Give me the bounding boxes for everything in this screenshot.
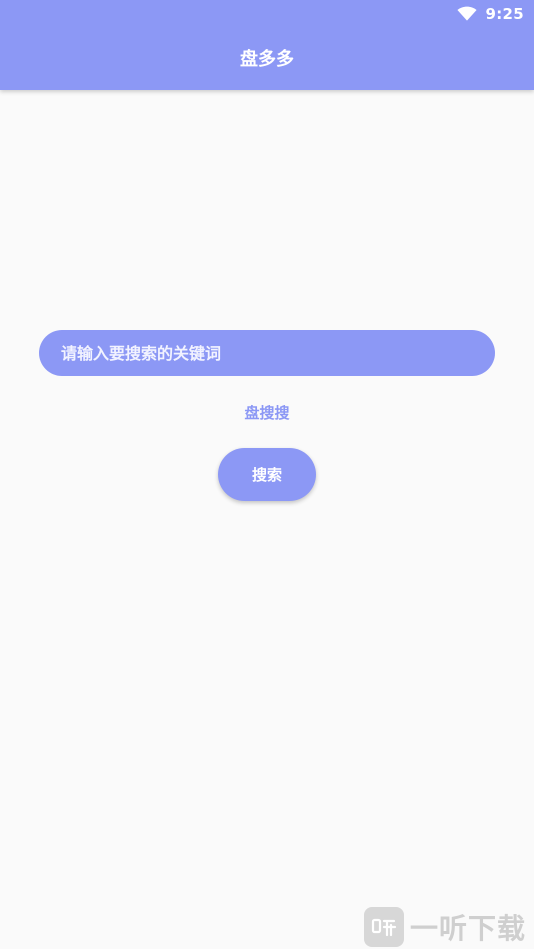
app-screen: 9:25 盘多多 盘搜搜 搜索 一听下载	[0, 0, 534, 949]
status-time: 9:25	[485, 5, 524, 23]
search-button[interactable]: 搜索	[218, 448, 316, 501]
search-input[interactable]	[39, 330, 495, 376]
status-bar: 9:25	[457, 4, 524, 24]
app-bar: 9:25 盘多多	[0, 0, 534, 90]
watermark-text: 一听下载	[409, 912, 526, 945]
watermark-logo-icon	[363, 907, 404, 947]
watermark: 一听下载	[363, 907, 526, 947]
wifi-icon	[457, 6, 478, 21]
app-title: 盘多多	[240, 49, 294, 70]
search-source-label[interactable]: 盘搜搜	[0, 402, 534, 423]
